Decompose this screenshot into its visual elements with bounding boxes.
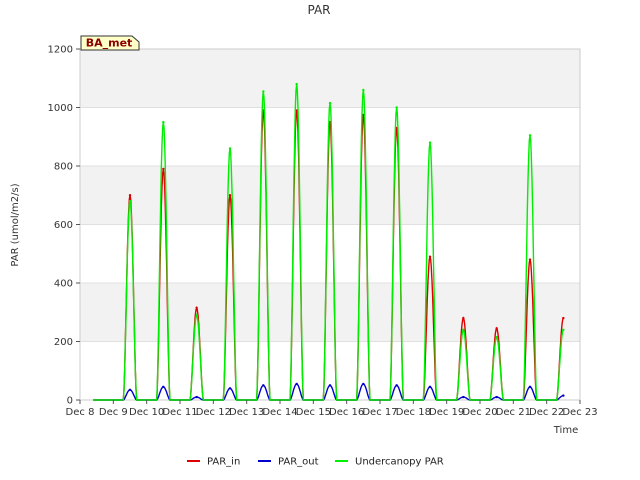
band-4: [80, 107, 580, 166]
legend: PAR_in PAR_out Undercanopy PAR: [187, 457, 444, 468]
x-tick-label-14: Dec 22: [529, 407, 564, 418]
x-tick-label-10: Dec 18: [396, 407, 431, 418]
legend-item-1: PAR_out: [258, 457, 319, 468]
par-chart: 020040060080010001200 Dec 8 Dec 9 Dec 10De…: [10, 3, 598, 468]
svg-text:BA_met: BA_met: [86, 37, 133, 50]
station-badge: BA_met: [80, 35, 140, 51]
chart-title: PAR: [307, 3, 330, 17]
y-tick-label-4: 800: [54, 162, 73, 173]
peak-point-undercanopy-par-7: [362, 88, 365, 92]
legend-item-0: PAR_in: [187, 457, 240, 468]
x-tick-label-9: Dec 17: [362, 407, 397, 418]
y-tick-label-0: 0: [67, 396, 73, 407]
y-axis-label: PAR (umol/m2/s): [10, 183, 21, 266]
peak-point-undercanopy-par-6: [328, 101, 332, 105]
peak-point-undercanopy-par-12: [528, 134, 532, 137]
peak-point-par-out-5: [295, 382, 298, 386]
peak-point-par-in-10: [462, 316, 465, 320]
x-tick-label-1: Dec 9: [99, 407, 128, 418]
legend-item-2: Undercanopy PAR: [335, 457, 444, 468]
x-tick-label-15: Dec 23: [562, 407, 597, 418]
peak-point-undercanopy-par-9: [428, 141, 432, 144]
y-axis-ticks: 0 200 400 600 800 1000 1200: [48, 45, 80, 407]
peak-point-par-out-9: [428, 385, 432, 389]
y-tick-label-1: 200: [54, 337, 73, 348]
peak-point-par-out-11: [495, 395, 498, 399]
peak-point-undercanopy-par-3: [228, 147, 232, 150]
y-tick-label-2: 400: [54, 279, 73, 290]
x-tick-label-6: Dec 14: [262, 407, 297, 418]
peak-point-par-out-8: [395, 384, 398, 387]
peak-point-par-in-0: [128, 194, 132, 197]
x-tick-label-5: Dec 13: [229, 407, 264, 418]
x-tick-label-3: Dec 11: [162, 407, 197, 418]
peak-point-undercanopy-par-13: [562, 328, 565, 331]
peak-point-undercanopy-par-1: [162, 120, 165, 124]
x-tick-label-4: Dec 12: [196, 407, 231, 418]
band-0: [80, 341, 580, 400]
x-axis-ticks: Dec 8 Dec 9 Dec 10Dec 11Dec 12Dec 13Dec 14…: [66, 400, 598, 418]
peak-point-par-out-3: [228, 387, 232, 390]
legend-label-0: PAR_in: [207, 457, 240, 468]
peak-point-par-out-10: [462, 395, 465, 399]
band-2: [80, 224, 580, 283]
peak-point-par-out-7: [362, 382, 365, 386]
peak-point-par-out-6: [328, 384, 332, 387]
peak-point-undercanopy-par-10: [462, 328, 465, 331]
x-tick-label-11: Dec 19: [429, 407, 464, 418]
peak-point-par-out-4: [262, 384, 265, 387]
y-tick-label-3: 600: [54, 220, 73, 231]
x-tick-label-2: Dec 10: [129, 407, 164, 418]
peak-point-par-out-0: [128, 388, 132, 391]
peak-point-undercanopy-par-8: [395, 106, 398, 109]
peak-point-par-in-12: [528, 258, 532, 261]
peak-point-par-out-13: [562, 394, 565, 397]
legend-label-1: PAR_out: [278, 457, 319, 468]
peak-point-par-out-12: [528, 385, 532, 389]
x-tick-label-0: Dec 8: [66, 407, 95, 418]
peak-point-undercanopy-par-2: [195, 313, 198, 317]
peak-point-undercanopy-par-0: [128, 199, 132, 203]
x-tick-label-12: Dec 20: [462, 407, 497, 418]
y-tick-label-5: 1000: [48, 103, 73, 114]
x-tick-label-7: Dec 15: [296, 407, 331, 418]
peak-point-undercanopy-par-4: [262, 90, 265, 93]
peak-point-par-in-3: [228, 194, 232, 197]
peak-point-par-in-13: [562, 316, 565, 320]
peak-point-par-out-1: [162, 385, 165, 389]
x-tick-label-13: Dec 21: [496, 407, 531, 418]
x-tick-label-8: Dec 16: [329, 407, 364, 418]
peak-point-par-in-9: [428, 255, 432, 258]
legend-label-2: Undercanopy PAR: [355, 457, 444, 468]
x-axis-label: Time: [553, 425, 578, 436]
peak-point-undercanopy-par-11: [495, 335, 498, 339]
band-5: [80, 49, 580, 108]
band-3: [80, 166, 580, 225]
peak-point-par-in-1: [162, 167, 165, 171]
band-1: [80, 283, 580, 342]
peak-point-par-in-11: [495, 327, 498, 330]
peak-point-undercanopy-par-5: [295, 82, 298, 86]
y-tick-label-6: 1200: [48, 45, 73, 56]
peak-point-par-in-2: [195, 306, 198, 310]
peak-point-par-out-2: [195, 395, 198, 399]
